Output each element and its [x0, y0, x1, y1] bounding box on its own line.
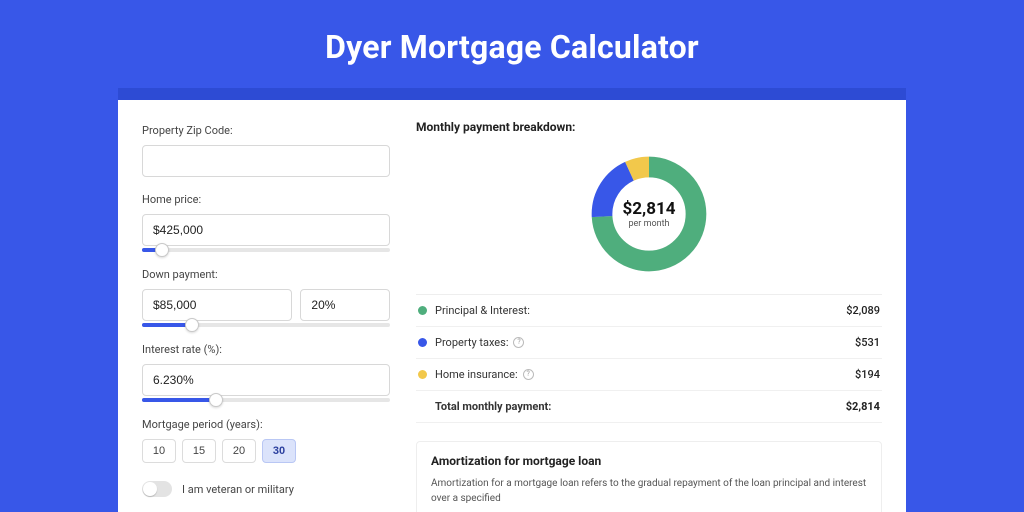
amortization-title: Amortization for mortgage loan: [431, 454, 867, 468]
total-value: $2,814: [846, 400, 880, 413]
zip-input[interactable]: [142, 145, 390, 177]
donut-amount: $2,814: [623, 199, 676, 219]
toggle-knob-icon: [143, 482, 157, 496]
interest-slider-thumb[interactable]: [209, 393, 223, 407]
amortization-text: Amortization for a mortgage loan refers …: [431, 476, 867, 506]
total-label: Total monthly payment:: [435, 400, 846, 413]
period-options: 10152030: [142, 439, 390, 463]
veteran-row: I am veteran or military: [142, 481, 390, 497]
zip-label: Property Zip Code:: [142, 124, 390, 137]
period-option-30[interactable]: 30: [262, 439, 296, 463]
legend-dot-icon: [418, 306, 427, 315]
amortization-card: Amortization for mortgage loan Amortizat…: [416, 441, 882, 512]
breakdown-title: Monthly payment breakdown:: [416, 120, 882, 134]
legend-label: Property taxes:?: [435, 336, 855, 349]
donut-chart: $2,814 per month: [587, 152, 711, 276]
donut-center: $2,814 per month: [587, 152, 711, 276]
home-price-field: Home price:: [142, 193, 390, 252]
legend: Principal & Interest:$2,089Property taxe…: [416, 294, 882, 423]
down-payment-slider[interactable]: [142, 323, 390, 327]
down-payment-field: Down payment:: [142, 268, 390, 327]
donut-sub: per month: [628, 219, 669, 229]
legend-label: Principal & Interest:: [435, 304, 846, 317]
inputs-column: Property Zip Code: Home price: Down paym…: [118, 100, 406, 512]
interest-slider[interactable]: [142, 398, 390, 402]
legend-label: Home insurance:?: [435, 368, 855, 381]
down-payment-percent-input[interactable]: [300, 289, 390, 321]
legend-row-tax: Property taxes:?$531: [416, 327, 882, 359]
legend-row-ins: Home insurance:?$194: [416, 359, 882, 391]
interest-label: Interest rate (%):: [142, 343, 390, 356]
period-option-15[interactable]: 15: [182, 439, 216, 463]
down-payment-input[interactable]: [142, 289, 292, 321]
period-option-10[interactable]: 10: [142, 439, 176, 463]
interest-input[interactable]: [142, 364, 390, 396]
interest-field: Interest rate (%):: [142, 343, 390, 402]
down-payment-slider-thumb[interactable]: [185, 318, 199, 332]
period-field: Mortgage period (years): 10152030: [142, 418, 390, 463]
home-price-label: Home price:: [142, 193, 390, 206]
legend-dot-icon: [418, 370, 427, 379]
legend-row-pi: Principal & Interest:$2,089: [416, 295, 882, 327]
down-payment-label: Down payment:: [142, 268, 390, 281]
legend-value: $194: [855, 368, 880, 381]
period-option-20[interactable]: 20: [222, 439, 256, 463]
legend-value: $531: [855, 336, 880, 349]
page-title: Dyer Mortgage Calculator: [0, 0, 1024, 88]
interest-slider-fill: [142, 398, 216, 402]
home-price-slider[interactable]: [142, 248, 390, 252]
zip-field: Property Zip Code:: [142, 124, 390, 177]
legend-value: $2,089: [846, 304, 880, 317]
breakdown-column: Monthly payment breakdown: $2,814 per mo…: [406, 100, 906, 512]
info-icon[interactable]: ?: [513, 337, 524, 348]
period-label: Mortgage period (years):: [142, 418, 390, 431]
veteran-toggle[interactable]: [142, 481, 172, 497]
info-icon[interactable]: ?: [523, 369, 534, 380]
veteran-label: I am veteran or military: [182, 483, 294, 496]
legend-dot-icon: [418, 338, 427, 347]
legend-row-total: Total monthly payment:$2,814: [416, 391, 882, 423]
donut-area: $2,814 per month: [416, 142, 882, 294]
card-shell: Property Zip Code: Home price: Down paym…: [118, 88, 906, 512]
home-price-input[interactable]: [142, 214, 390, 246]
calculator-panel: Property Zip Code: Home price: Down paym…: [118, 100, 906, 512]
home-price-slider-thumb[interactable]: [155, 243, 169, 257]
